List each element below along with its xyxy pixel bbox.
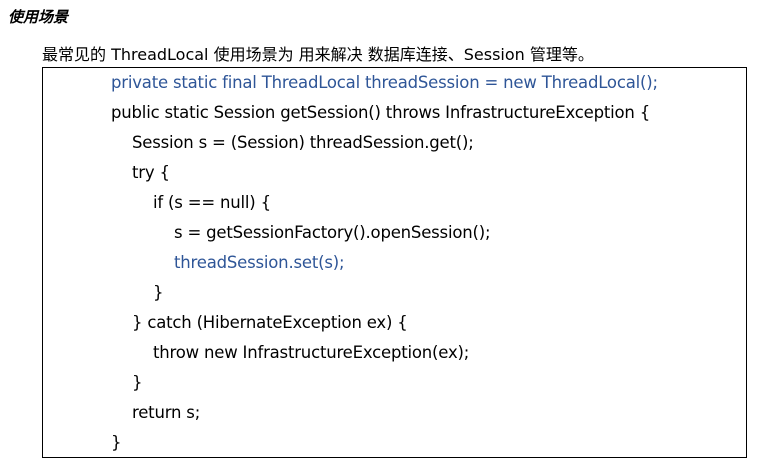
code-line: private static final ThreadLocal threadS… (111, 73, 658, 92)
code-line: } (153, 283, 164, 302)
code-line: } catch (HibernateException ex) { (132, 313, 408, 332)
section-heading: 使用场景 (8, 8, 69, 26)
code-line: Session s = (Session) threadSession.get(… (132, 133, 474, 152)
code-line: throw new InfrastructureException(ex); (153, 343, 470, 362)
code-line: s = getSessionFactory().openSession(); (174, 223, 491, 242)
code-line: } (111, 433, 122, 452)
code-line: threadSession.set(s); (174, 253, 345, 272)
code-line: } (132, 373, 143, 392)
code-line: public static Session getSession() throw… (111, 103, 651, 122)
code-line: return s; (132, 403, 201, 422)
code-block: private static final ThreadLocal threadS… (42, 67, 747, 458)
code-line: if (s == null) { (153, 193, 271, 212)
code-line: try { (132, 163, 170, 182)
intro-paragraph: 最常见的 ThreadLocal 使用场景为 用来解决 数据库连接、Sessio… (42, 45, 594, 64)
